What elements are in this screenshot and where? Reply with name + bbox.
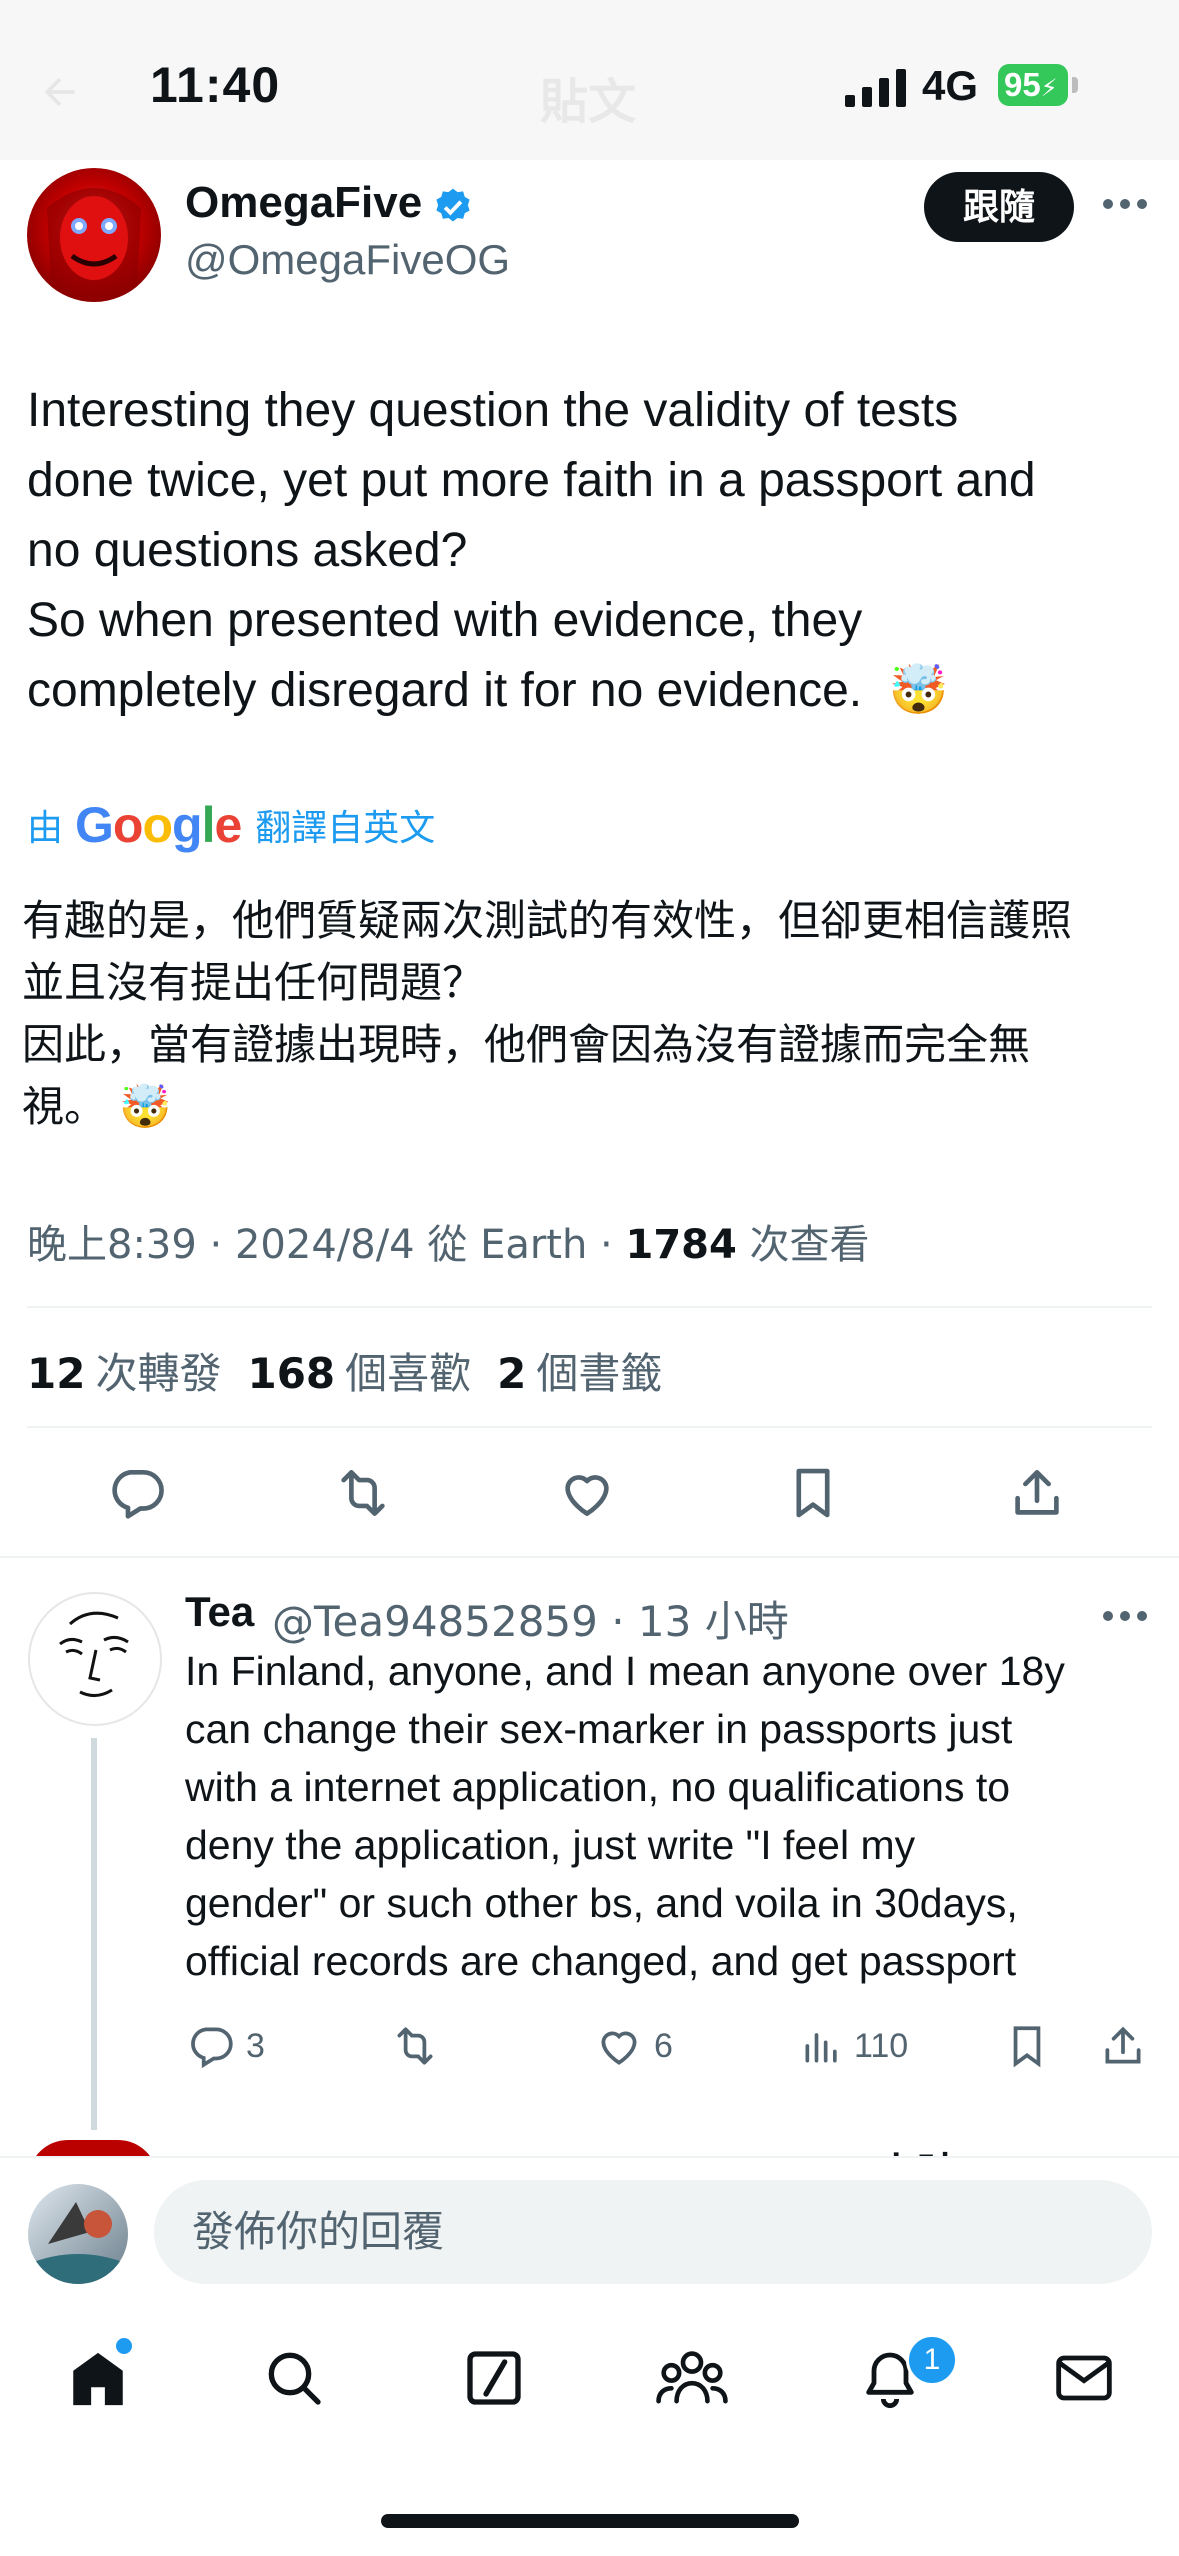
- bookmarks-stat[interactable]: 2 個書籤: [497, 1340, 662, 1401]
- author-name[interactable]: OmegaFive: [185, 178, 422, 228]
- tweet-stats: 12 次轉發 168 個喜歡 2 個書籤: [27, 1340, 662, 1401]
- views-label: 次查看: [749, 1222, 870, 1268]
- bookmark-icon[interactable]: [782, 1462, 844, 1524]
- reply-share-button[interactable]: [1098, 2016, 1148, 2076]
- like-icon[interactable]: [556, 1462, 618, 1524]
- battery-tip: [1072, 77, 1078, 93]
- reply-likes-count: 6: [654, 2026, 673, 2065]
- reply-views-count: 110: [854, 2026, 909, 2065]
- tweet-text: Interesting they question the validity o…: [27, 384, 1036, 717]
- tweet-source: 從 Earth: [427, 1222, 588, 1268]
- author-handle[interactable]: @OmegaFiveOG: [185, 236, 510, 284]
- follow-button[interactable]: 跟隨: [924, 172, 1074, 242]
- divider: [27, 1426, 1152, 1428]
- translated-text: 有趣的是，他們質疑兩次測試的有效性，但卻更相信護照 並且沒有提出任何問題？ 因此…: [22, 896, 1073, 1131]
- thread-line: [91, 1738, 97, 2130]
- verified-badge-icon: [432, 186, 474, 228]
- likes-stat[interactable]: 168 個喜歡: [247, 1340, 471, 1401]
- reply-icon[interactable]: [106, 1462, 168, 1524]
- reply-like-icon: [594, 2021, 644, 2071]
- reply-bookmark-button[interactable]: [1002, 2016, 1052, 2076]
- grok-tab-icon[interactable]: [462, 2346, 526, 2410]
- home-indicator: [381, 2514, 799, 2528]
- reply-comment-icon: [186, 2021, 236, 2071]
- share-icon[interactable]: [1006, 1462, 1068, 1524]
- translate-by-label: 由: [27, 808, 64, 849]
- signal-icon: [845, 67, 909, 107]
- translation-attribution: 由 Google 翻譯自英文: [27, 795, 435, 855]
- reply-share-icon: [1098, 2021, 1148, 2071]
- tweet-time: 晚上8:39: [27, 1222, 197, 1268]
- reply-replies-count: 3: [246, 2026, 265, 2065]
- divider: [0, 1556, 1179, 1558]
- author-avatar[interactable]: [27, 168, 161, 302]
- bookmarks-count: 2: [497, 1349, 527, 1398]
- reply-like-button[interactable]: 6: [594, 2016, 673, 2076]
- reply-retweet-icon: [388, 2021, 442, 2071]
- tweet-meta: 晚上8:39 · 2024/8/4 從 Earth · 1784 次查看: [27, 1222, 870, 1268]
- retweet-icon[interactable]: [330, 1462, 396, 1524]
- reply-author-name[interactable]: Tea: [185, 1588, 254, 1636]
- communities-tab-icon[interactable]: [656, 2346, 728, 2410]
- likes-count: 168: [247, 1349, 336, 1398]
- network-label: 4G: [922, 62, 979, 109]
- my-avatar[interactable]: [28, 2184, 128, 2284]
- page-title: 貼文: [540, 76, 637, 129]
- retweets-label: 次轉發: [95, 1349, 222, 1398]
- bookmarks-label: 個書籤: [536, 1349, 663, 1398]
- retweets-count: 12: [27, 1349, 86, 1398]
- search-tab-icon[interactable]: [262, 2346, 326, 2410]
- reply-handle-time[interactable]: @Tea94852859 · 13 小時: [272, 1588, 789, 1649]
- reply-retweet-button[interactable]: [388, 2016, 442, 2076]
- divider: [27, 1306, 1152, 1308]
- views-count: 1784: [625, 1222, 737, 1268]
- tweet-date[interactable]: 2024/8/4: [235, 1222, 415, 1268]
- reply-bookmark-icon: [1002, 2021, 1052, 2071]
- home-tab-icon[interactable]: [64, 2346, 132, 2412]
- google-logo: Google: [75, 797, 242, 853]
- views-chart-icon: [800, 2024, 844, 2068]
- back-arrow-icon[interactable]: [38, 70, 82, 114]
- messages-tab-icon[interactable]: [1052, 2346, 1116, 2410]
- more-options-icon[interactable]: [1102, 196, 1148, 212]
- status-time: 11:40: [150, 57, 281, 113]
- retweets-stat[interactable]: 12 次轉發: [27, 1340, 221, 1401]
- reply-text: In Finland, anyone, and I mean anyone ov…: [185, 1648, 1065, 1984]
- translated-from-link[interactable]: 翻譯自英文: [255, 799, 435, 851]
- reply-author-avatar[interactable]: [28, 1592, 162, 1726]
- reply-reply-button[interactable]: 3: [186, 2016, 265, 2076]
- notifications-badge: 1: [906, 2334, 958, 2386]
- likes-label: 個喜歡: [345, 1349, 472, 1398]
- battery-level: 95: [1004, 66, 1041, 103]
- reply-input[interactable]: 發佈你的回覆: [154, 2180, 1152, 2284]
- home-unread-dot: [116, 2338, 132, 2354]
- reply-views-button[interactable]: 110: [800, 2016, 908, 2076]
- reply-more-options-icon[interactable]: [1102, 1608, 1148, 1624]
- battery-icon: 95⚡: [998, 64, 1068, 106]
